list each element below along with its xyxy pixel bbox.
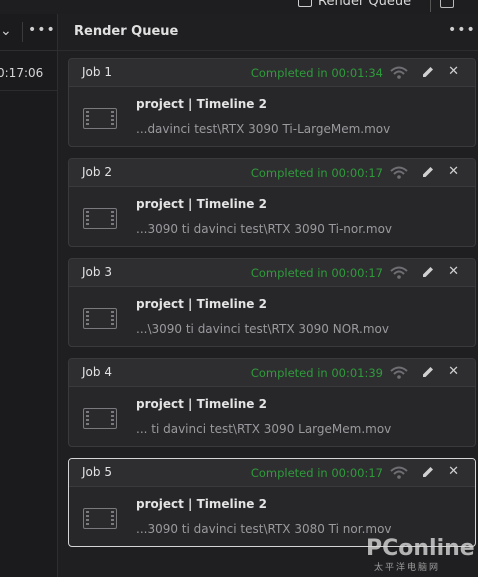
pencil-icon[interactable] [420, 64, 436, 80]
job-label: Job 2 [82, 165, 112, 179]
job-status: Completed in 00:00:17 [250, 166, 383, 180]
left-panel: ⌄ ••• 0:17:06 [0, 14, 58, 577]
job-name: project | Timeline 2 [136, 197, 267, 211]
close-icon[interactable]: ✕ [448, 164, 459, 180]
close-icon[interactable]: ✕ [448, 364, 459, 380]
more-options-icon[interactable]: ••• [28, 22, 56, 38]
job-body: project | Timeline 2 ...\3090 ti davinci… [69, 287, 475, 346]
watermark-subtitle: 太平洋电脑网 [374, 563, 441, 573]
render-queue-icon [298, 0, 312, 7]
job-name: project | Timeline 2 [136, 297, 267, 311]
pencil-icon[interactable] [420, 264, 436, 280]
render-job-card[interactable]: Job 3 Completed in 00:00:17 ✕ project | … [68, 258, 476, 347]
chevron-down-icon[interactable]: ⌄ [0, 23, 12, 39]
render-job-card[interactable]: Job 2 Completed in 00:00:17 ✕ project | … [68, 158, 476, 247]
film-thumbnail-icon [83, 408, 117, 429]
render-job-card[interactable]: Job 1 Completed in 00:01:34 ✕ project | … [68, 58, 476, 147]
job-label: Job 4 [82, 365, 112, 379]
watermark-logo: PConline [366, 536, 475, 561]
pencil-icon[interactable] [420, 164, 436, 180]
header-divider [22, 22, 23, 42]
film-thumbnail-icon [83, 508, 117, 529]
more-options-icon[interactable]: ••• [448, 22, 476, 38]
job-status: Completed in 00:01:34 [250, 66, 383, 80]
wifi-icon[interactable] [389, 364, 409, 380]
job-label: Job 3 [82, 265, 112, 279]
toolbar-divider [430, 0, 431, 12]
job-body: project | Timeline 2 ... ti davinci test… [69, 387, 475, 446]
job-path: ...davinci test\RTX 3090 Ti-LargeMem.mov [136, 122, 391, 136]
wifi-icon[interactable] [389, 464, 409, 480]
row-divider [0, 90, 57, 91]
job-path: ...\3090 ti davinci test\RTX 3090 NOR.mo… [136, 322, 390, 336]
job-header: Job 4 Completed in 00:01:39 ✕ [69, 359, 475, 387]
job-path: ...3090 ti davinci test\RTX 3090 Ti-nor.… [136, 222, 393, 236]
film-thumbnail-icon [83, 308, 117, 329]
close-icon[interactable]: ✕ [448, 464, 459, 480]
render-job-card[interactable]: Job 4 Completed in 00:01:39 ✕ project | … [68, 358, 476, 447]
film-thumbnail-icon [83, 108, 117, 129]
close-icon[interactable]: ✕ [448, 64, 459, 80]
job-status: Completed in 00:00:17 [250, 266, 383, 280]
wifi-icon[interactable] [389, 64, 409, 80]
job-header: Job 2 Completed in 00:00:17 ✕ [69, 159, 475, 187]
close-icon[interactable]: ✕ [448, 264, 459, 280]
render-queue-toggle-button[interactable]: Render Queue [298, 0, 411, 11]
render-job-card[interactable]: Job 5 Completed in 00:00:17 ✕ project | … [68, 458, 476, 547]
job-header: Job 5 Completed in 00:00:17 ✕ [69, 459, 475, 487]
render-queue-header: Render Queue ••• [58, 14, 478, 51]
job-label: Job 1 [82, 65, 112, 79]
job-body: project | Timeline 2 ...3090 ti davinci … [69, 187, 475, 246]
render-queue-toggle-label: Render Queue [318, 0, 412, 9]
job-body: project | Timeline 2 ...davinci test\RTX… [69, 87, 475, 146]
pencil-icon[interactable] [420, 464, 436, 480]
job-path: ...3090 ti davinci test\RTX 3080 Ti nor.… [136, 522, 392, 536]
wifi-icon[interactable] [389, 264, 409, 280]
panel-title: Render Queue [74, 24, 179, 39]
pencil-icon[interactable] [420, 364, 436, 380]
job-name: project | Timeline 2 [136, 497, 267, 511]
job-path: ... ti davinci test\RTX 3090 LargeMem.mo… [136, 422, 392, 436]
timecode: 0:17:06 [0, 66, 44, 80]
left-panel-header: ⌄ ••• [0, 14, 57, 51]
film-thumbnail-icon [83, 208, 117, 229]
top-toolbar: Render Queue [0, 0, 478, 14]
job-name: project | Timeline 2 [136, 397, 267, 411]
wifi-icon[interactable] [389, 164, 409, 180]
toolbar-box-icon[interactable] [440, 0, 454, 8]
job-header: Job 1 Completed in 00:01:34 ✕ [69, 59, 475, 87]
job-label: Job 5 [82, 465, 112, 479]
job-status: Completed in 00:00:17 [250, 466, 383, 480]
job-name: project | Timeline 2 [136, 97, 267, 111]
job-header: Job 3 Completed in 00:00:17 ✕ [69, 259, 475, 287]
job-status: Completed in 00:01:39 [250, 366, 383, 380]
